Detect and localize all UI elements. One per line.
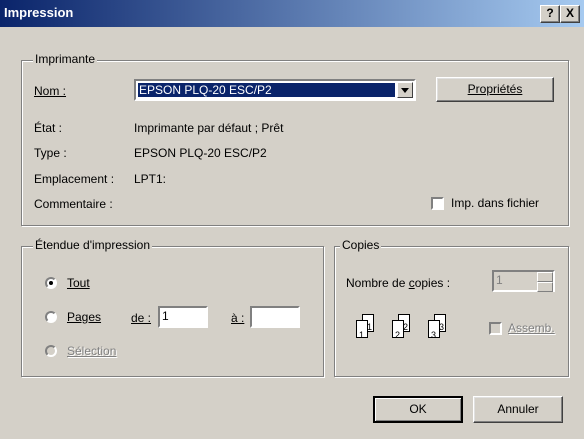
copies-group <box>334 246 569 377</box>
location-value: LPT1: <box>134 172 167 186</box>
state-label: État : <box>34 121 63 135</box>
from-input[interactable]: 1 <box>158 306 208 328</box>
to-label: à : <box>231 311 245 325</box>
title-bar: Impression ? X <box>0 0 584 27</box>
all-radio[interactable] <box>45 277 57 289</box>
location-label: Emplacement : <box>34 172 115 186</box>
comment-label: Commentaire : <box>34 197 113 211</box>
collate-num: 1 <box>367 322 373 332</box>
type-value: EPSON PLQ-20 ESC/P2 <box>134 146 267 160</box>
from-label: de : <box>131 311 152 325</box>
spin-up-icon[interactable] <box>537 272 553 282</box>
collate-label: Assemb. <box>508 321 555 335</box>
pages-radio[interactable] <box>45 311 57 323</box>
print-dialog: Impression ? X Imprimante Nom : EPSON PL… <box>0 0 584 439</box>
to-input[interactable] <box>250 306 300 328</box>
collate-num: 3 <box>431 330 437 340</box>
pages-label[interactable]: Pages <box>67 310 101 324</box>
collate-checkbox[interactable] <box>489 322 502 335</box>
chevron-down-icon[interactable] <box>397 82 413 98</box>
type-label: Type : <box>34 146 67 160</box>
printer-name-label: Nom : <box>34 84 67 98</box>
selection-radio[interactable] <box>45 345 57 357</box>
print-to-file-checkbox[interactable] <box>431 197 444 210</box>
range-group-label: Étendue d'impression <box>33 238 153 252</box>
ok-button[interactable]: OK <box>373 396 463 423</box>
collate-num: 2 <box>403 322 409 332</box>
properties-label: Propriétés <box>467 82 523 96</box>
selection-label: Sélection <box>67 344 117 358</box>
close-button[interactable]: X <box>560 5 580 23</box>
collate-num: 2 <box>395 330 401 340</box>
copies-count-label: Nombre de copies : <box>346 276 451 290</box>
cancel-button[interactable]: Annuler <box>473 396 563 423</box>
help-button[interactable]: ? <box>540 5 560 23</box>
collate-num: 3 <box>439 322 445 332</box>
copies-group-label: Copies <box>340 238 382 252</box>
printer-name-select[interactable]: EPSON PLQ-20 ESC/P2 <box>134 79 416 101</box>
collate-num: 1 <box>359 330 365 340</box>
state-value: Imprimante par défaut ; Prêt <box>134 121 284 135</box>
all-label[interactable]: Tout <box>67 276 90 290</box>
printer-group-label: Imprimante <box>33 52 98 66</box>
printer-name-value: EPSON PLQ-20 ESC/P2 <box>138 83 395 97</box>
window-title: Impression <box>4 5 74 20</box>
print-to-file-label[interactable]: Imp. dans fichier <box>451 196 539 210</box>
spin-down-icon[interactable] <box>537 282 553 292</box>
properties-button[interactable]: Propriétés <box>436 77 554 102</box>
